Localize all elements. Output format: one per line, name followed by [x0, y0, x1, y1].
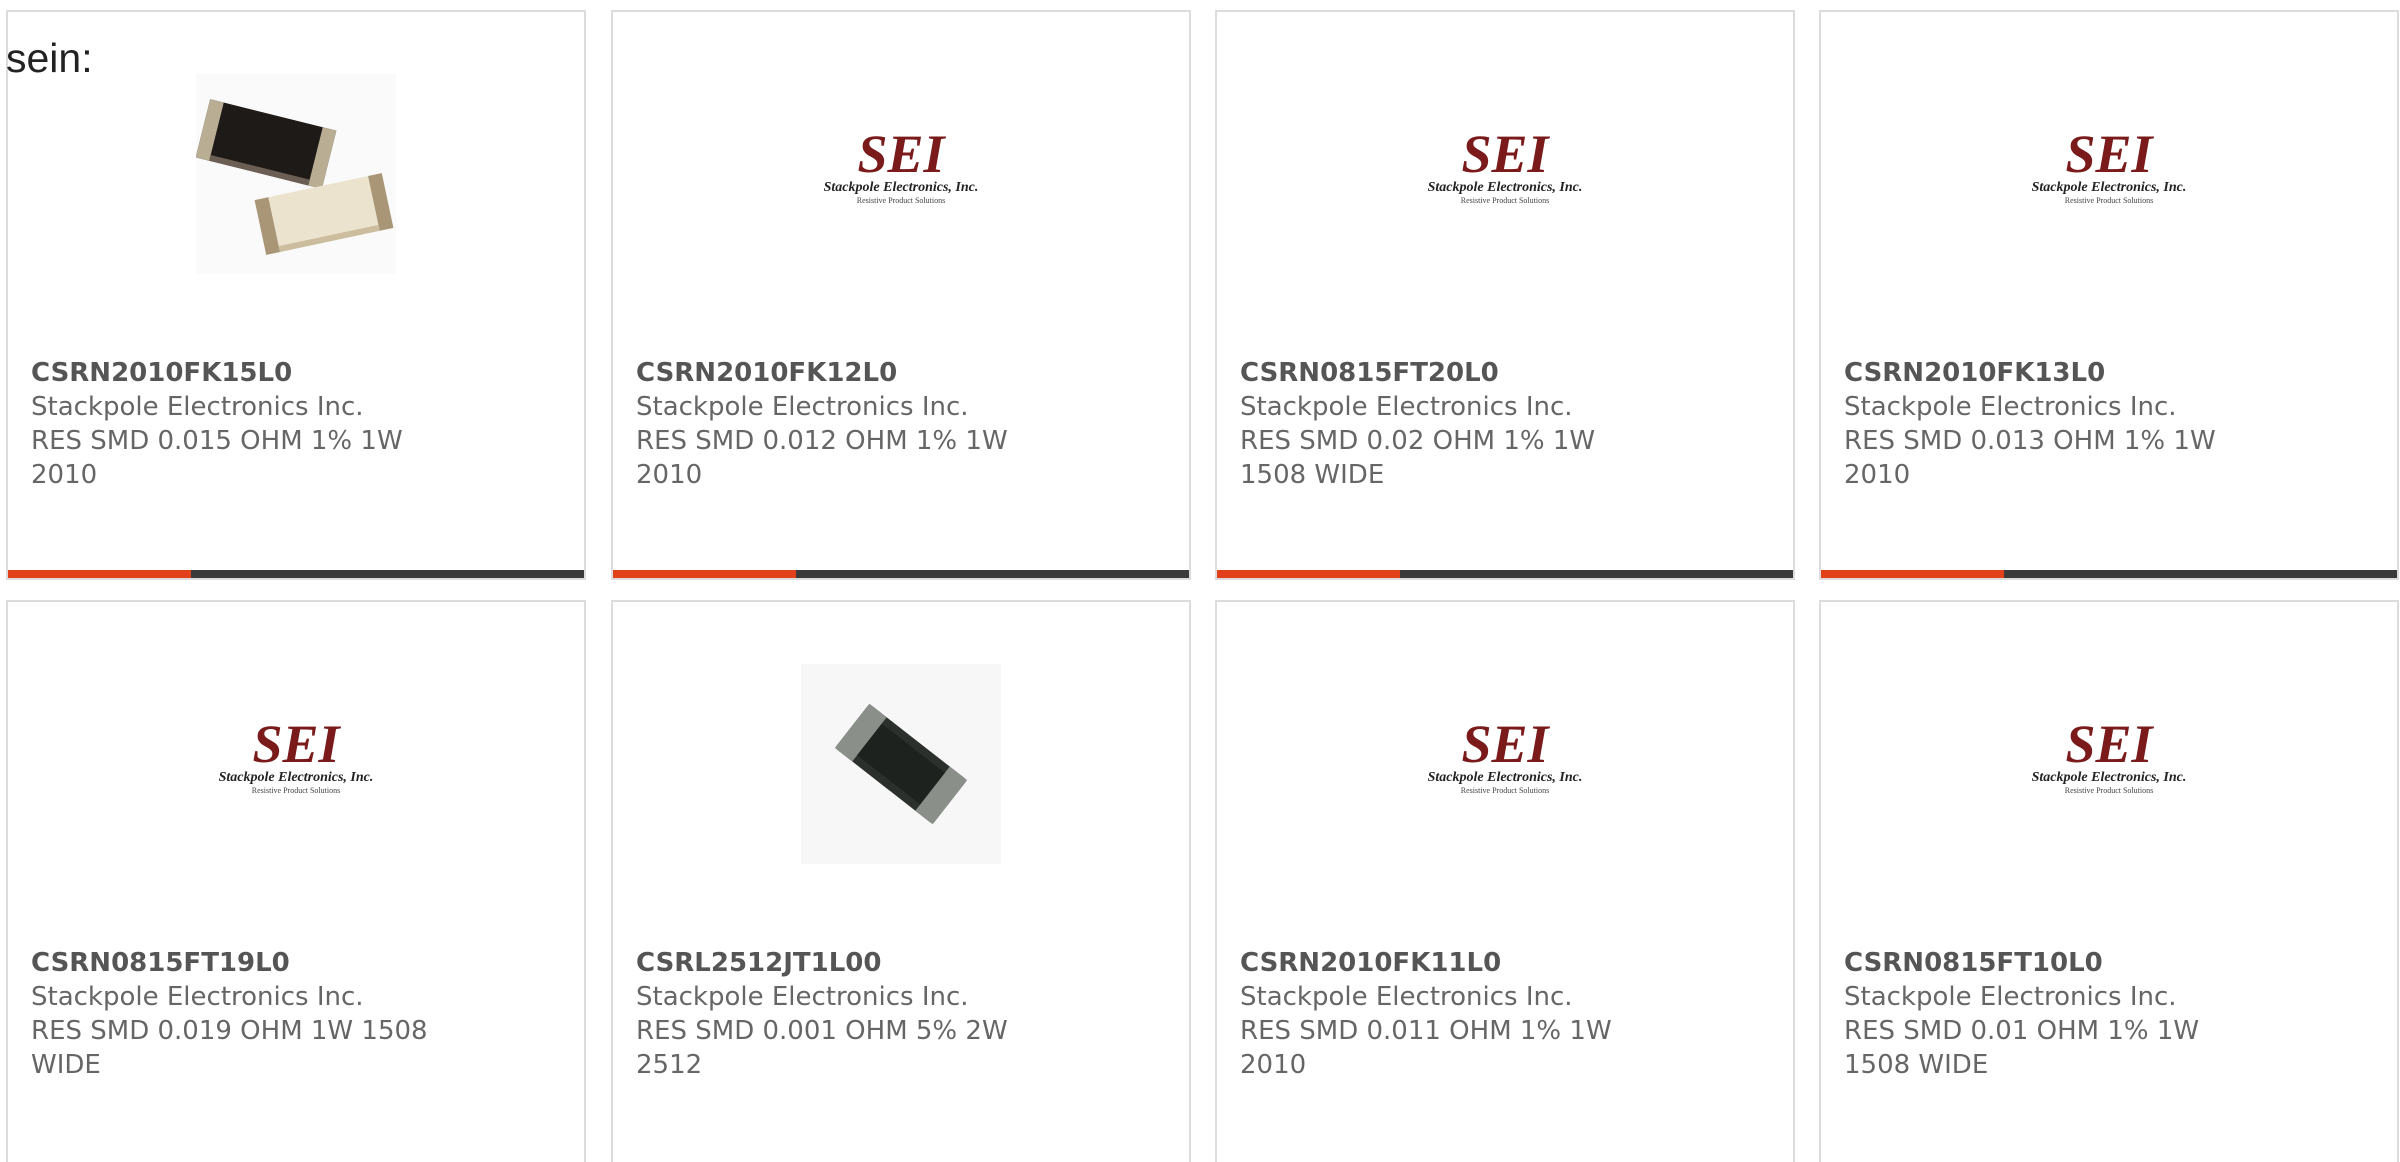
svg-text:Resistive Product Solutions: Resistive Product Solutions: [857, 196, 945, 205]
sei-logo[interactable]: SEI Stackpole Electronics, Inc. Resistiv…: [1405, 74, 1605, 274]
svg-text:Stackpole Electronics, Inc.: Stackpole Electronics, Inc.: [2032, 770, 2187, 785]
card-bottom-bar: [1217, 570, 1793, 578]
description: RES SMD 0.019 OHM 1W 1508 WIDE: [31, 1016, 428, 1080]
svg-text:Resistive Product Solutions: Resistive Product Solutions: [2065, 196, 2153, 205]
part-number[interactable]: CSRN0815FT20L0: [1240, 356, 1660, 390]
svg-text:Stackpole Electronics, Inc.: Stackpole Electronics, Inc.: [824, 180, 979, 195]
intro-text: sein:: [6, 35, 93, 81]
manufacturer: Stackpole Electronics Inc.: [636, 392, 969, 422]
product-card[interactable]: CSRN2010FK15L0 Stackpole Electronics Inc…: [6, 10, 586, 580]
part-number[interactable]: CSRN2010FK13L0: [1844, 356, 2264, 390]
manufacturer: Stackpole Electronics Inc.: [31, 392, 364, 422]
sei-logo[interactable]: SEI Stackpole Electronics, Inc. Resistiv…: [196, 664, 396, 864]
description: RES SMD 0.011 OHM 1% 1W 2010: [1240, 1016, 1612, 1080]
part-number[interactable]: CSRN2010FK15L0: [31, 356, 451, 390]
manufacturer: Stackpole Electronics Inc.: [1240, 982, 1573, 1012]
product-card[interactable]: SEI Stackpole Electronics, Inc. Resistiv…: [6, 600, 586, 1162]
card-bar-accent: [1821, 570, 2004, 578]
svg-text:Stackpole Electronics, Inc.: Stackpole Electronics, Inc.: [2032, 180, 2187, 195]
svg-text:SEI: SEI: [1461, 124, 1550, 184]
description: RES SMD 0.013 OHM 1% 1W 2010: [1844, 426, 2216, 490]
svg-text:Resistive Product Solutions: Resistive Product Solutions: [252, 786, 340, 795]
product-card[interactable]: SEI Stackpole Electronics, Inc. Resistiv…: [1819, 10, 2399, 580]
svg-text:Stackpole Electronics, Inc.: Stackpole Electronics, Inc.: [1428, 180, 1583, 195]
svg-text:Resistive Product Solutions: Resistive Product Solutions: [1461, 196, 1549, 205]
svg-text:SEI: SEI: [2065, 124, 2154, 184]
svg-text:SEI: SEI: [1461, 714, 1550, 774]
manufacturer: Stackpole Electronics Inc.: [1844, 392, 2177, 422]
part-number[interactable]: CSRN0815FT10L0: [1844, 946, 2264, 980]
product-card[interactable]: CSRL2512JT1L00 Stackpole Electronics Inc…: [611, 600, 1191, 1162]
manufacturer: Stackpole Electronics Inc.: [636, 982, 969, 1012]
sei-logo[interactable]: SEI Stackpole Electronics, Inc. Resistiv…: [2009, 74, 2209, 274]
part-number[interactable]: CSRN0815FT19L0: [31, 946, 451, 980]
part-number[interactable]: CSRN2010FK12L0: [636, 356, 1056, 390]
product-card[interactable]: SEI Stackpole Electronics, Inc. Resistiv…: [611, 10, 1191, 580]
svg-text:Stackpole Electronics, Inc.: Stackpole Electronics, Inc.: [1428, 770, 1583, 785]
description: RES SMD 0.01 OHM 1% 1W 1508 WIDE: [1844, 1016, 2200, 1080]
svg-text:SEI: SEI: [252, 714, 341, 774]
product-card[interactable]: SEI Stackpole Electronics, Inc. Resistiv…: [1819, 600, 2399, 1162]
svg-text:SEI: SEI: [2065, 714, 2154, 774]
description: RES SMD 0.001 OHM 5% 2W 2512: [636, 1016, 1008, 1080]
manufacturer: Stackpole Electronics Inc.: [31, 982, 364, 1012]
resistor-pair-photo: [196, 74, 396, 274]
sei-logo[interactable]: SEI Stackpole Electronics, Inc. Resistiv…: [801, 74, 1001, 274]
card-bottom-bar: [613, 570, 1189, 578]
product-card[interactable]: SEI Stackpole Electronics, Inc. Resistiv…: [1215, 600, 1795, 1162]
card-bar-accent: [8, 570, 191, 578]
sei-logo[interactable]: SEI Stackpole Electronics, Inc. Resistiv…: [1405, 664, 1605, 864]
manufacturer: Stackpole Electronics Inc.: [1844, 982, 2177, 1012]
description: RES SMD 0.015 OHM 1% 1W 2010: [31, 426, 403, 490]
card-bottom-bar: [1821, 570, 2397, 578]
card-bar-accent: [613, 570, 796, 578]
description: RES SMD 0.012 OHM 1% 1W 2010: [636, 426, 1008, 490]
product-image[interactable]: [801, 664, 1001, 864]
sei-logo[interactable]: SEI Stackpole Electronics, Inc. Resistiv…: [2009, 664, 2209, 864]
manufacturer: Stackpole Electronics Inc.: [1240, 392, 1573, 422]
card-bottom-bar: [8, 570, 584, 578]
svg-text:Resistive Product Solutions: Resistive Product Solutions: [1461, 786, 1549, 795]
part-number[interactable]: CSRL2512JT1L00: [636, 946, 1056, 980]
product-image[interactable]: [196, 74, 396, 274]
product-card[interactable]: SEI Stackpole Electronics, Inc. Resistiv…: [1215, 10, 1795, 580]
svg-text:Resistive Product Solutions: Resistive Product Solutions: [2065, 786, 2153, 795]
resistor-chip-photo: [801, 664, 1001, 864]
card-bar-accent: [1217, 570, 1400, 578]
part-number[interactable]: CSRN2010FK11L0: [1240, 946, 1660, 980]
description: RES SMD 0.02 OHM 1% 1W 1508 WIDE: [1240, 426, 1596, 490]
svg-text:SEI: SEI: [857, 124, 946, 184]
svg-text:Stackpole Electronics, Inc.: Stackpole Electronics, Inc.: [219, 770, 374, 785]
